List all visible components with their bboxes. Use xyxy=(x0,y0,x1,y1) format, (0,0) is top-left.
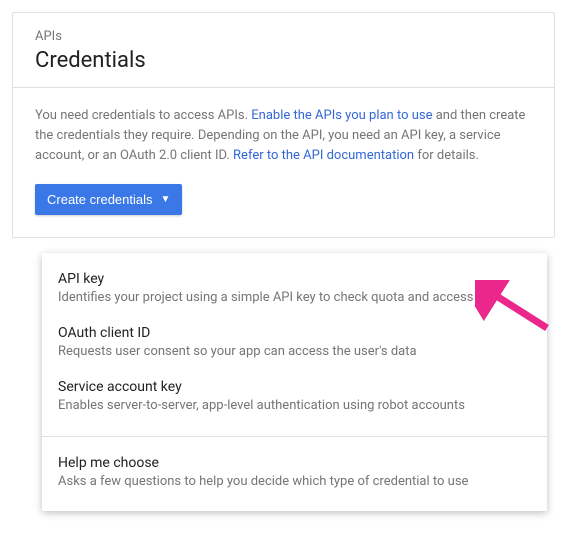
menu-item-desc: Enables server-to-server, app-level auth… xyxy=(58,397,531,415)
enable-apis-link[interactable]: Enable the APIs you plan to use xyxy=(251,108,432,123)
menu-item-desc: Requests user consent so your app can ac… xyxy=(58,343,531,361)
desc-text: for details. xyxy=(414,148,479,163)
card-header: APIs Credentials xyxy=(13,13,554,88)
menu-item-title: Service account key xyxy=(58,379,531,395)
menu-main-section: API key Identifies your project using a … xyxy=(42,253,547,436)
menu-item-api-key[interactable]: API key Identifies your project using a … xyxy=(42,263,547,317)
caret-down-icon: ▼ xyxy=(161,194,171,205)
menu-item-service-account-key[interactable]: Service account key Enables server-to-se… xyxy=(42,371,547,425)
create-credentials-menu: API key Identifies your project using a … xyxy=(42,253,547,511)
menu-item-help-me-choose[interactable]: Help me choose Asks a few questions to h… xyxy=(42,447,547,501)
menu-item-desc: Asks a few questions to help you decide … xyxy=(58,473,531,491)
desc-text: You need credentials to access APIs. xyxy=(35,108,251,123)
create-credentials-button[interactable]: Create credentials ▼ xyxy=(35,184,182,215)
menu-item-desc: Identifies your project using a simple A… xyxy=(58,289,531,307)
page-title: Credentials xyxy=(35,48,532,73)
menu-item-title: OAuth client ID xyxy=(58,325,531,341)
button-label: Create credentials xyxy=(47,192,153,207)
menu-item-oauth-client-id[interactable]: OAuth client ID Requests user consent so… xyxy=(42,317,547,371)
card-body: You need credentials to access APIs. Ena… xyxy=(13,88,554,237)
section-overline: APIs xyxy=(35,29,532,44)
menu-item-title: Help me choose xyxy=(58,455,531,471)
credentials-card: APIs Credentials You need credentials to… xyxy=(12,12,555,238)
credentials-description: You need credentials to access APIs. Ena… xyxy=(35,106,532,166)
api-docs-link[interactable]: Refer to the API documentation xyxy=(233,148,414,163)
menu-help-section: Help me choose Asks a few questions to h… xyxy=(42,437,547,511)
menu-item-title: API key xyxy=(58,271,531,287)
